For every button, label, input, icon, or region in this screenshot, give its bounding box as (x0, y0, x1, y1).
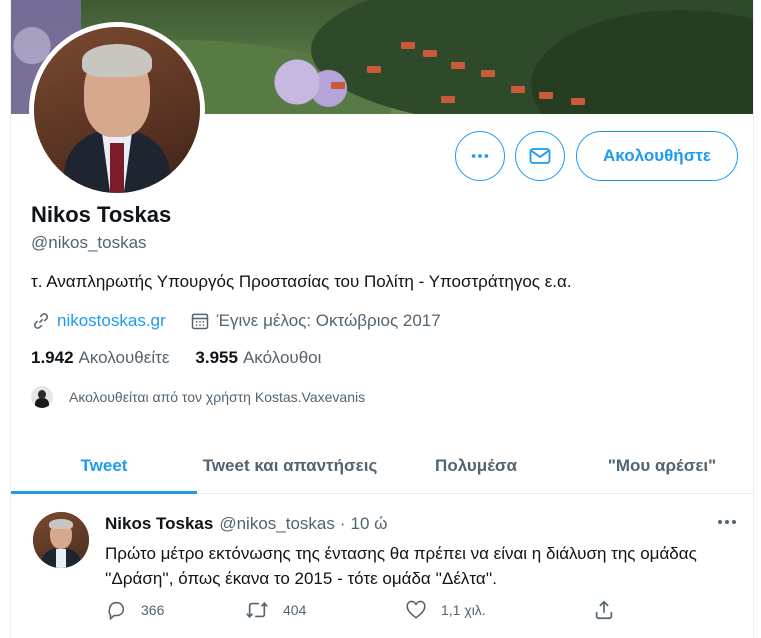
banner-roof (423, 50, 437, 57)
profile-avatar[interactable] (29, 22, 205, 198)
share-button[interactable] (593, 599, 615, 621)
joined-label: Έγινε μέλος: Οκτώβριος 2017 (216, 311, 441, 330)
tweet-separator: · (339, 514, 346, 533)
tweet-header: Nikos Toskas @nikos_toskas · 10 ώ (105, 514, 387, 534)
tab-tweets-and-replies[interactable]: Tweet και απαντήσεις (197, 438, 383, 493)
calendar-icon (191, 313, 208, 330)
tweet-time[interactable]: 10 ώ (351, 514, 388, 534)
followers-count: 3.955 (195, 348, 238, 367)
link-icon (33, 313, 49, 329)
banner-roof (331, 82, 345, 89)
tab-tweets[interactable]: Tweet (11, 438, 197, 494)
tweet-author[interactable]: Nikos Toskas (105, 514, 213, 534)
tab-likes[interactable]: "Μου αρέσει" (569, 438, 753, 493)
like-button[interactable]: 1,1 χιλ. (405, 599, 593, 621)
like-count: 1,1 χιλ. (441, 602, 486, 618)
more-icon (718, 520, 736, 524)
profile-handle: @nikos_toskas (31, 233, 147, 252)
banner-roof (481, 70, 495, 77)
mail-icon (529, 148, 551, 164)
follow-button[interactable]: Ακολουθήστε (576, 131, 738, 181)
retweet-count: 404 (283, 602, 307, 618)
joined-date: Έγινε μέλος: Οκτώβριος 2017 (190, 311, 441, 331)
website-link[interactable]: nikostoskas.gr (57, 311, 166, 331)
more-icon (471, 154, 489, 158)
tweet-more-button[interactable] (713, 512, 741, 532)
tab-media[interactable]: Πολυμέσα (383, 438, 569, 493)
profile-name: Nikos Toskas (31, 202, 172, 227)
followers-link[interactable]: 3.955 Ακόλουθοι (195, 348, 321, 368)
profile-bio: τ. Αναπληρωτής Υπουργός Προστασίας του Π… (31, 272, 572, 291)
followed-by[interactable]: Ακολουθείται από τον χρήστη Kostas.Vaxev… (31, 386, 365, 408)
share-icon (595, 600, 613, 620)
banner-roof (451, 62, 465, 69)
avatar-photo (34, 27, 200, 193)
profile-tabs: Tweet Tweet και απαντήσεις Πολυμέσα "Μου… (11, 438, 753, 494)
followed-by-text: Ακολουθείται από τον χρήστη Kostas.Vaxev… (69, 389, 366, 405)
tweet-avatar[interactable] (33, 512, 89, 568)
retweet-icon (246, 601, 268, 619)
banner-roof (571, 98, 585, 105)
profile-meta: nikostoskas.gr Έγινε μέλος: Οκτώβριος 20… (31, 311, 441, 331)
follower-avatar (31, 386, 53, 408)
reply-count: 366 (141, 602, 165, 618)
banner-roof (511, 86, 525, 93)
following-count: 1.942 (31, 348, 74, 367)
following-label: Ακολουθείτε (78, 348, 170, 367)
tweet[interactable]: Nikos Toskas @nikos_toskas · 10 ώ Πρώτο … (11, 495, 753, 638)
banner-roof (367, 66, 381, 73)
banner-roof (441, 96, 455, 103)
tweet-handle[interactable]: @nikos_toskas (219, 514, 335, 534)
more-button[interactable] (455, 131, 505, 181)
banner-roof (539, 92, 553, 99)
reply-button[interactable]: 366 (105, 599, 245, 621)
tweet-actions: 366 404 1,1 χιλ. (105, 599, 615, 621)
retweet-button[interactable]: 404 (245, 599, 405, 621)
message-button[interactable] (515, 131, 565, 181)
tweet-text: Πρώτο μέτρο εκτόνωσης της έντασης θα πρέ… (105, 544, 697, 588)
heart-icon (406, 600, 426, 619)
follow-counts: 1.942 Ακολουθείτε 3.955 Ακόλουθοι (31, 348, 347, 368)
followers-label: Ακόλουθοι (242, 348, 322, 367)
profile-page: Ακολουθήστε Nikos Toskas @nikos_toskas τ… (10, 0, 754, 638)
following-link[interactable]: 1.942 Ακολουθείτε (31, 348, 169, 368)
reply-icon (108, 601, 125, 621)
banner-roof (401, 42, 415, 49)
